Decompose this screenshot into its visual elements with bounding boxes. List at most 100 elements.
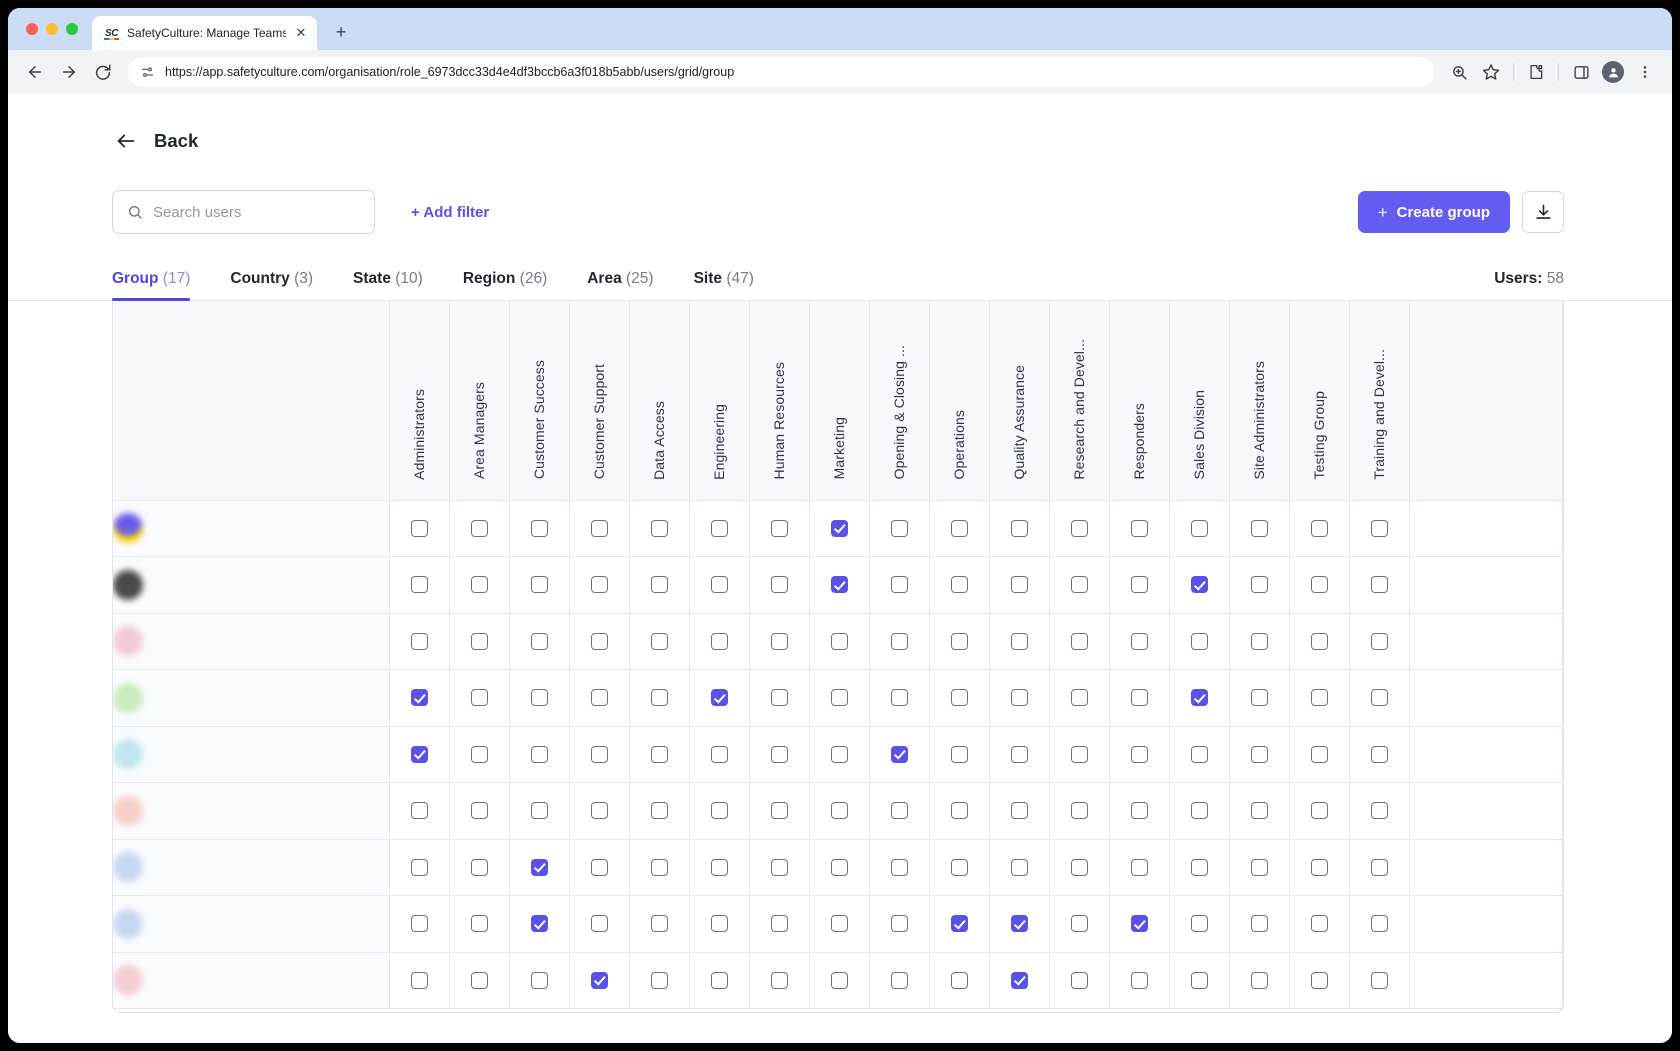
browser-menu-icon[interactable] xyxy=(1630,57,1660,87)
checkbox-unchecked[interactable] xyxy=(891,972,908,989)
membership-cell[interactable] xyxy=(1169,839,1229,896)
side-panel-icon[interactable] xyxy=(1566,57,1596,87)
checkbox-unchecked[interactable] xyxy=(1311,746,1328,763)
checkbox-unchecked[interactable] xyxy=(1071,520,1088,537)
membership-cell[interactable] xyxy=(1229,952,1289,1009)
membership-cell[interactable] xyxy=(1109,783,1169,840)
checkbox-unchecked[interactable] xyxy=(651,633,668,650)
membership-cell[interactable] xyxy=(449,952,509,1009)
tab-region[interactable]: Region (26) xyxy=(463,270,547,300)
grid-column-header[interactable]: Area Managers xyxy=(449,301,509,500)
checkbox-unchecked[interactable] xyxy=(711,915,728,932)
membership-cell[interactable] xyxy=(1349,726,1409,783)
membership-cell[interactable] xyxy=(389,839,449,896)
checkbox-unchecked[interactable] xyxy=(1011,746,1028,763)
membership-cell[interactable] xyxy=(869,839,929,896)
checkbox-unchecked[interactable] xyxy=(891,520,908,537)
url-bar[interactable]: https://app.safetyculture.com/organisati… xyxy=(128,57,1434,87)
membership-cell[interactable] xyxy=(1169,726,1229,783)
membership-cell[interactable] xyxy=(569,500,629,557)
membership-cell[interactable] xyxy=(929,613,989,670)
membership-cell[interactable] xyxy=(449,557,509,614)
checkbox-unchecked[interactable] xyxy=(471,972,488,989)
membership-cell[interactable] xyxy=(449,613,509,670)
checkbox-unchecked[interactable] xyxy=(471,689,488,706)
checkbox-unchecked[interactable] xyxy=(1371,520,1388,537)
bookmark-star-icon[interactable] xyxy=(1476,57,1506,87)
membership-cell[interactable] xyxy=(1169,613,1229,670)
checkbox-unchecked[interactable] xyxy=(771,520,788,537)
membership-cell[interactable] xyxy=(749,670,809,727)
checkbox-unchecked[interactable] xyxy=(891,689,908,706)
create-group-button[interactable]: + Create group xyxy=(1358,191,1510,233)
checkbox-unchecked[interactable] xyxy=(711,972,728,989)
membership-cell[interactable] xyxy=(749,839,809,896)
membership-cell[interactable] xyxy=(629,613,689,670)
checkbox-unchecked[interactable] xyxy=(651,915,668,932)
membership-cell[interactable] xyxy=(1349,783,1409,840)
checkbox-unchecked[interactable] xyxy=(891,576,908,593)
membership-cell[interactable] xyxy=(869,783,929,840)
membership-cell[interactable] xyxy=(569,613,629,670)
membership-cell[interactable] xyxy=(809,500,869,557)
checkbox-unchecked[interactable] xyxy=(951,746,968,763)
checkbox-unchecked[interactable] xyxy=(471,576,488,593)
membership-cell[interactable] xyxy=(1229,500,1289,557)
new-tab-icon[interactable]: + xyxy=(327,18,355,46)
membership-cell[interactable] xyxy=(809,952,869,1009)
membership-cell[interactable] xyxy=(809,726,869,783)
membership-cell[interactable] xyxy=(989,726,1049,783)
membership-cell[interactable] xyxy=(809,670,869,727)
checkbox-unchecked[interactable] xyxy=(411,576,428,593)
membership-cell[interactable] xyxy=(389,726,449,783)
user-cell[interactable] xyxy=(113,726,389,783)
membership-cell[interactable] xyxy=(389,613,449,670)
checkbox-unchecked[interactable] xyxy=(1251,520,1268,537)
checkbox-unchecked[interactable] xyxy=(1071,633,1088,650)
membership-cell[interactable] xyxy=(989,670,1049,727)
membership-cell[interactable] xyxy=(629,670,689,727)
membership-cell[interactable] xyxy=(509,670,569,727)
checkbox-unchecked[interactable] xyxy=(771,859,788,876)
membership-cell[interactable] xyxy=(1049,839,1109,896)
membership-cell[interactable] xyxy=(869,557,929,614)
membership-cell[interactable] xyxy=(749,726,809,783)
checkbox-checked[interactable] xyxy=(1131,915,1148,932)
membership-cell[interactable] xyxy=(389,783,449,840)
checkbox-unchecked[interactable] xyxy=(1251,859,1268,876)
checkbox-unchecked[interactable] xyxy=(1131,802,1148,819)
back-button[interactable]: Back xyxy=(8,130,198,152)
checkbox-unchecked[interactable] xyxy=(1011,633,1028,650)
checkbox-unchecked[interactable] xyxy=(951,972,968,989)
checkbox-unchecked[interactable] xyxy=(651,746,668,763)
membership-cell[interactable] xyxy=(1229,726,1289,783)
checkbox-unchecked[interactable] xyxy=(411,520,428,537)
membership-cell[interactable] xyxy=(1229,896,1289,953)
search-input[interactable] xyxy=(153,204,360,221)
membership-cell[interactable] xyxy=(869,726,929,783)
checkbox-unchecked[interactable] xyxy=(951,859,968,876)
membership-cell[interactable] xyxy=(389,557,449,614)
checkbox-checked[interactable] xyxy=(1191,689,1208,706)
membership-cell[interactable] xyxy=(989,500,1049,557)
checkbox-unchecked[interactable] xyxy=(1251,633,1268,650)
membership-cell[interactable] xyxy=(929,896,989,953)
membership-cell[interactable] xyxy=(629,896,689,953)
checkbox-unchecked[interactable] xyxy=(831,689,848,706)
membership-cell[interactable] xyxy=(449,783,509,840)
membership-cell[interactable] xyxy=(929,839,989,896)
membership-cell[interactable] xyxy=(1349,557,1409,614)
user-cell[interactable] xyxy=(113,952,389,1009)
user-cell[interactable] xyxy=(113,613,389,670)
checkbox-unchecked[interactable] xyxy=(891,859,908,876)
checkbox-unchecked[interactable] xyxy=(1011,576,1028,593)
grid-column-header[interactable]: Sales Division xyxy=(1169,301,1229,500)
checkbox-unchecked[interactable] xyxy=(711,746,728,763)
membership-cell[interactable] xyxy=(1349,613,1409,670)
membership-cell[interactable] xyxy=(1169,500,1229,557)
checkbox-unchecked[interactable] xyxy=(891,633,908,650)
membership-cell[interactable] xyxy=(509,557,569,614)
membership-cell[interactable] xyxy=(1349,670,1409,727)
membership-cell[interactable] xyxy=(449,839,509,896)
membership-cell[interactable] xyxy=(1109,670,1169,727)
